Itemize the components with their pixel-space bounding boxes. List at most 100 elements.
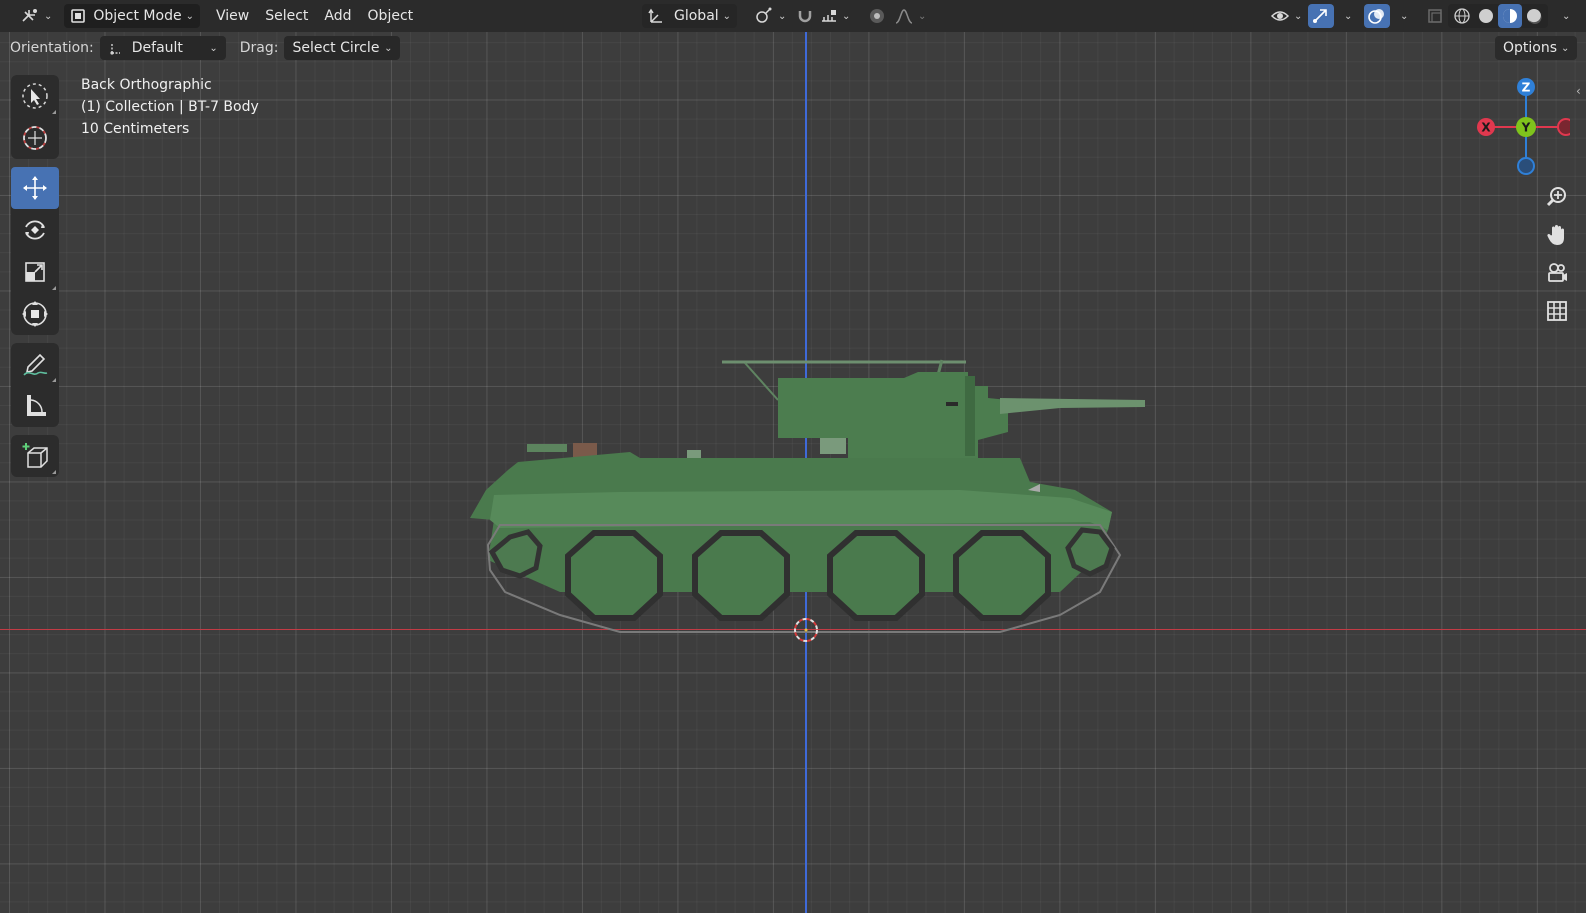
snap-target-selector[interactable]: ⌄ bbox=[814, 4, 856, 28]
add-cube-tool[interactable] bbox=[11, 435, 59, 477]
hand-icon bbox=[1547, 225, 1564, 245]
scale-tool[interactable] bbox=[11, 251, 59, 293]
viewport-info-overlay: Back Orthographic (1) Collection | BT-7 … bbox=[81, 74, 259, 140]
scale-icon bbox=[25, 262, 45, 282]
shading-solid[interactable] bbox=[1474, 4, 1498, 28]
rotate-tool[interactable] bbox=[11, 209, 59, 251]
orientation-default-icon bbox=[110, 44, 120, 55]
chevron-down-icon: ⌄ bbox=[209, 42, 218, 54]
chevron-down-icon: ⌄ bbox=[44, 10, 53, 22]
menu-add[interactable]: Add bbox=[316, 4, 359, 28]
perspective-toggle-button[interactable] bbox=[1540, 294, 1574, 328]
gizmo-icon bbox=[1313, 9, 1327, 23]
gizmo-z-negative[interactable] bbox=[1517, 157, 1535, 175]
editor-type-selector[interactable]: ⌄ bbox=[14, 4, 58, 28]
solid-sphere-icon bbox=[1479, 9, 1493, 23]
orientation-dropdown[interactable]: Default ⌄ bbox=[99, 36, 226, 60]
transform-orientation-label: Global bbox=[674, 8, 719, 24]
road-wheel bbox=[565, 530, 663, 621]
chevron-down-icon: ⌄ bbox=[1562, 10, 1571, 22]
mode-label: Object Mode bbox=[93, 8, 182, 24]
orientation-label: Orientation: bbox=[10, 40, 94, 56]
measure-ruler-icon bbox=[27, 395, 46, 416]
transform-orientation-selector[interactable]: Global ⌄ bbox=[642, 4, 738, 28]
navigation-gizmo[interactable]: Z X Y bbox=[1470, 74, 1570, 180]
chevron-down-icon: ⌄ bbox=[1400, 10, 1409, 22]
zoom-button[interactable] bbox=[1540, 180, 1574, 214]
gizmo-z-label: Z bbox=[1522, 81, 1531, 95]
viewport-header: ⌄ Object Mode ⌄ View Select Add Object G… bbox=[0, 0, 1586, 32]
chevron-down-icon: ⌄ bbox=[722, 10, 732, 22]
editor-type-icon bbox=[22, 9, 37, 22]
road-wheel bbox=[827, 530, 925, 621]
material-sphere-icon bbox=[1503, 9, 1517, 23]
menu-view[interactable]: View bbox=[208, 4, 257, 28]
gizmo-y-label: Y bbox=[1521, 121, 1531, 135]
chevron-down-icon: ⌄ bbox=[918, 10, 927, 22]
transform-tool[interactable] bbox=[11, 293, 59, 335]
xray-icon bbox=[1428, 9, 1442, 23]
object-mode-icon bbox=[71, 9, 86, 23]
gizmo-toggle[interactable] bbox=[1308, 4, 1334, 28]
rendered-sphere-icon bbox=[1527, 9, 1542, 24]
active-collection-object: (1) Collection | BT-7 Body bbox=[81, 99, 259, 115]
annotate-tool[interactable] bbox=[11, 343, 59, 385]
annotate-pencil-icon bbox=[23, 353, 48, 376]
select-box-tool[interactable] bbox=[11, 75, 59, 117]
sidebar-toggle-icon[interactable]: ‹ bbox=[1576, 84, 1581, 98]
overlays-icon bbox=[1368, 9, 1384, 24]
zoom-magnifier-icon bbox=[1546, 187, 1566, 207]
drag-value: Select Circle bbox=[292, 40, 380, 56]
orthographic-grid-icon bbox=[1547, 301, 1567, 321]
select-cursor-icon bbox=[22, 83, 48, 109]
gizmo-x-negative[interactable] bbox=[1557, 118, 1570, 136]
chevron-down-icon: ⌄ bbox=[1344, 10, 1353, 22]
chevron-down-icon: ⌄ bbox=[842, 10, 851, 22]
camera-view-button[interactable] bbox=[1540, 256, 1574, 290]
orientation-axes-icon bbox=[648, 8, 662, 23]
menu-select[interactable]: Select bbox=[257, 4, 316, 28]
add-cube-icon bbox=[22, 443, 48, 468]
shading-rendered[interactable] bbox=[1522, 4, 1546, 28]
tool-group-annotate bbox=[11, 343, 59, 427]
chevron-down-icon: ⌄ bbox=[1561, 42, 1570, 54]
overlays-options[interactable]: ⌄ bbox=[1390, 4, 1414, 28]
chevron-down-icon: ⌄ bbox=[185, 10, 194, 22]
shading-wireframe[interactable] bbox=[1450, 4, 1474, 28]
mode-selector[interactable]: Object Mode ⌄ bbox=[64, 4, 200, 28]
antenna-strut bbox=[744, 362, 779, 401]
visibility-selector[interactable]: ⌄ bbox=[1264, 4, 1308, 28]
gun-barrel bbox=[1000, 398, 1145, 414]
overlays-toggle[interactable] bbox=[1364, 4, 1390, 28]
snap-increment-icon bbox=[822, 10, 836, 22]
drag-label: Drag: bbox=[239, 40, 279, 56]
chevron-down-icon: ⌄ bbox=[384, 42, 393, 54]
xray-toggle[interactable] bbox=[1420, 4, 1450, 28]
options-button[interactable]: Options ⌄ bbox=[1495, 36, 1578, 60]
drag-dropdown[interactable]: Select Circle ⌄ bbox=[284, 36, 401, 60]
orientation-value: Default bbox=[131, 40, 183, 56]
gizmo-options[interactable]: ⌄ bbox=[1334, 4, 1358, 28]
magnet-icon bbox=[798, 11, 812, 23]
measure-tool[interactable] bbox=[11, 385, 59, 427]
road-wheel bbox=[692, 530, 790, 621]
view-name: Back Orthographic bbox=[81, 77, 212, 93]
shading-material-preview[interactable] bbox=[1498, 4, 1522, 28]
tool-shelf bbox=[11, 75, 59, 485]
move-arrows-icon bbox=[23, 176, 47, 200]
falloff-selector[interactable]: ⌄ bbox=[888, 4, 932, 28]
menu-object[interactable]: Object bbox=[360, 4, 422, 28]
wireframe-sphere-icon bbox=[1454, 8, 1470, 24]
chevron-down-icon: ⌄ bbox=[778, 10, 787, 22]
eye-icon bbox=[1270, 11, 1290, 21]
cursor-tool[interactable] bbox=[11, 117, 59, 159]
pan-button[interactable] bbox=[1540, 218, 1574, 252]
shading-options[interactable]: ⌄ bbox=[1552, 4, 1576, 28]
3d-cursor-tool-icon bbox=[23, 126, 47, 150]
tool-settings-bar: Orientation: Default ⌄ Drag: Select Circ… bbox=[0, 34, 401, 62]
tool-group-select bbox=[11, 75, 59, 159]
move-tool[interactable] bbox=[11, 167, 59, 209]
pivot-point-selector[interactable]: ⌄ bbox=[748, 4, 792, 28]
tool-group-transform bbox=[11, 167, 59, 335]
falloff-curve-icon bbox=[895, 9, 913, 24]
